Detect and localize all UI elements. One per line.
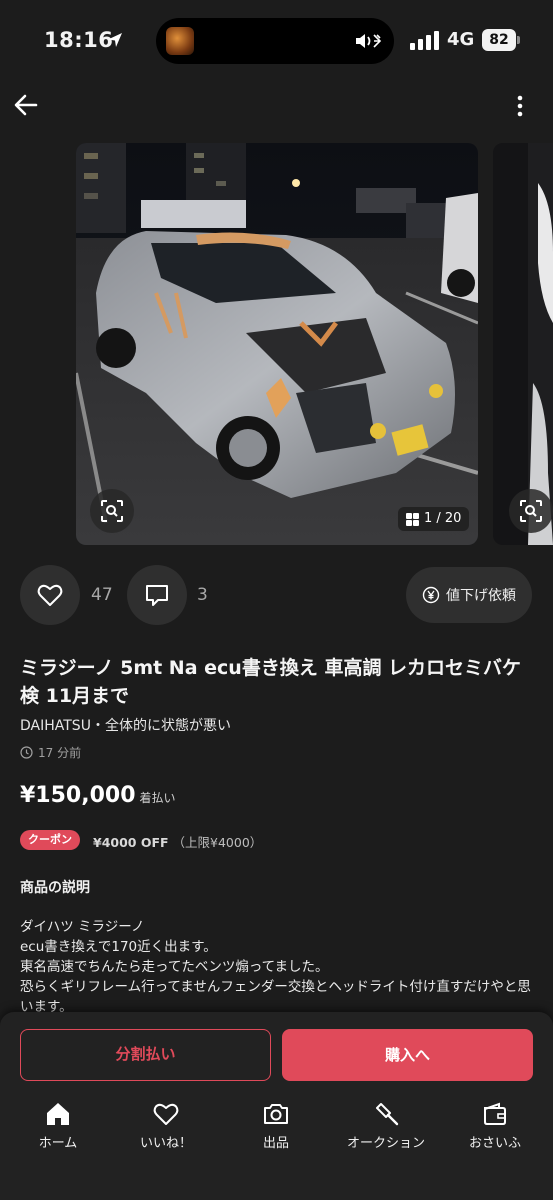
car-photo-illustration xyxy=(76,143,478,545)
dynamic-island xyxy=(156,18,394,64)
price-down-label: 値下げ依頼 xyxy=(446,588,516,604)
tab-auction[interactable]: オークション xyxy=(332,1100,440,1151)
posted-time: 17 分前 xyxy=(20,744,81,761)
now-playing-thumbnail xyxy=(166,27,194,55)
tab-likes-label: いいね！ xyxy=(139,1136,192,1151)
coupon-info[interactable]: ¥4000 OFF （上限¥4000） xyxy=(93,832,262,851)
heart-icon xyxy=(37,584,63,606)
battery-level: 82 xyxy=(482,29,516,51)
price-down-request-button[interactable]: 値下げ依頼 xyxy=(406,567,532,623)
scan-icon xyxy=(520,500,542,522)
wallet-icon xyxy=(484,1102,506,1125)
like-button[interactable] xyxy=(20,565,80,625)
comment-icon xyxy=(146,585,168,606)
clock-icon xyxy=(20,746,33,759)
status-time: 18:16 xyxy=(44,28,114,52)
tab-sell[interactable]: 出品 xyxy=(226,1100,326,1151)
like-count: 47 xyxy=(91,585,113,605)
shipping-label: 着払い xyxy=(139,791,176,805)
back-arrow-icon[interactable] xyxy=(12,90,42,120)
tab-wallet-label: おさいふ xyxy=(468,1136,521,1151)
status-bar: 18:16 4G 82 xyxy=(0,0,553,82)
description-line: ダイハツ ミラジーノ xyxy=(20,919,145,935)
coupon-amount: ¥4000 OFF xyxy=(93,835,169,850)
description-heading: 商品の説明 xyxy=(20,880,90,896)
tab-auction-label: オークション xyxy=(346,1136,425,1151)
speaker-icon xyxy=(356,34,382,48)
yen-circle-icon xyxy=(422,586,440,604)
tab-wallet[interactable]: おさいふ xyxy=(445,1100,545,1151)
posted-time-text: 17 分前 xyxy=(38,746,82,760)
location-arrow-icon xyxy=(108,33,122,47)
photo-counter: 1 / 20 xyxy=(398,507,470,531)
split-payment-button[interactable]: 分割払い xyxy=(20,1029,271,1081)
coupon-limit: （上限¥4000） xyxy=(172,835,263,850)
heart-icon xyxy=(153,1103,179,1125)
hammer-icon xyxy=(376,1103,399,1126)
image-search-button[interactable] xyxy=(90,489,134,533)
more-menu-icon[interactable] xyxy=(508,92,532,120)
battery-icon: 82 xyxy=(482,29,520,51)
description-line: ecu書き換えで170近く出ます。 xyxy=(20,939,217,955)
network-type: 4G xyxy=(447,29,475,50)
brand-condition[interactable]: DAIHATSU・全体的に状態が悪い xyxy=(20,715,231,735)
camera-icon xyxy=(264,1104,288,1124)
next-item-photo[interactable] xyxy=(493,143,553,545)
next-photo-illustration xyxy=(493,143,553,545)
tab-home-label: ホーム xyxy=(38,1136,78,1151)
grid-icon xyxy=(406,512,419,526)
signal-icon xyxy=(410,31,439,50)
buy-button[interactable]: 購入へ xyxy=(282,1029,533,1081)
comment-button[interactable] xyxy=(127,565,187,625)
scan-icon xyxy=(101,500,123,522)
tab-sell-label: 出品 xyxy=(262,1136,289,1151)
tab-home[interactable]: ホーム xyxy=(8,1100,108,1151)
item-title: ミラジーノ 5mt Na ecu書き換え 車高調 レカロセミバケ 検 11月まで xyxy=(20,657,522,707)
item-description: ダイハツ ミラジーノ ecu書き換えで170近く出ます。 東名高速でちんたら走っ… xyxy=(20,917,535,1017)
photo-counter-text: 1 / 20 xyxy=(424,511,462,526)
next-image-search-button[interactable] xyxy=(509,489,553,533)
tab-likes[interactable]: いいね！ xyxy=(116,1100,216,1151)
item-price: ¥150,000 着払い xyxy=(20,783,176,808)
comment-count: 3 xyxy=(197,585,208,605)
description-line: 恐らくギリフレーム行ってませんフェンダー交換とヘッドライト付け直すだけやと思いま… xyxy=(20,979,531,1015)
home-icon xyxy=(47,1103,69,1125)
price-value: ¥150,000 xyxy=(20,783,136,808)
item-photo[interactable] xyxy=(76,143,478,545)
description-line: 東名高速でちんたら走ってたベンツ煽ってました。 xyxy=(20,959,329,975)
coupon-badge[interactable]: クーポン xyxy=(20,830,80,850)
